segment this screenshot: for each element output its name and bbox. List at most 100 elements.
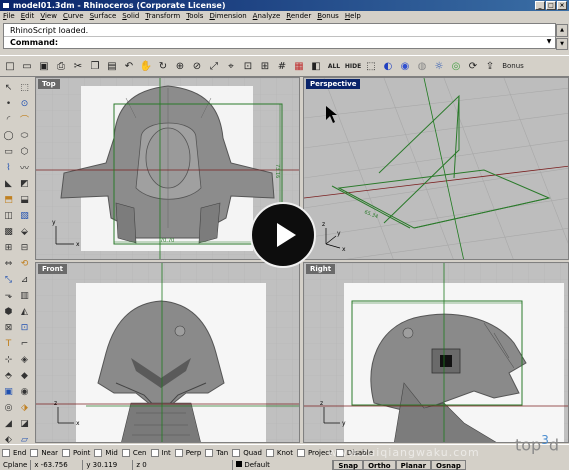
menu-file[interactable]: File	[3, 11, 15, 22]
osnap-checkbox[interactable]	[121, 448, 130, 457]
osnap-tan[interactable]: Tan	[205, 448, 228, 457]
left-tool-10[interactable]: ⬡	[17, 144, 32, 159]
osnap-point[interactable]: Point	[62, 448, 90, 457]
left-tool-23[interactable]: ⇔	[1, 256, 16, 271]
layer-icon[interactable]: ▦	[291, 58, 307, 74]
left-tool-24[interactable]: ⟲	[17, 256, 32, 271]
export-icon[interactable]: ⇪	[482, 58, 498, 74]
material-icon[interactable]: ◍	[414, 58, 430, 74]
zoom-extents-icon[interactable]: ⤢	[206, 58, 222, 74]
menu-help[interactable]: Help	[345, 11, 361, 22]
zoom-window-icon[interactable]: ⊕	[172, 58, 188, 74]
viewport-label-right[interactable]: Right	[306, 264, 336, 274]
hide-button[interactable]: HIDE	[344, 58, 362, 74]
osnap-project[interactable]: Project	[296, 448, 332, 457]
osnap-int[interactable]: Int	[150, 448, 171, 457]
left-tool-20[interactable]: ⬙	[17, 224, 32, 239]
command-prompt[interactable]: Command:	[10, 37, 58, 48]
left-tool-39[interactable]: ▣	[1, 384, 16, 399]
menu-curve[interactable]: Curve	[63, 11, 84, 22]
left-tool-33[interactable]: T	[1, 336, 16, 351]
left-tool-4[interactable]: ⊙	[17, 96, 32, 111]
osnap-cen[interactable]: Cen	[121, 448, 147, 457]
zoom-selected-icon[interactable]: ⌖	[223, 58, 239, 74]
video-play-button[interactable]	[250, 202, 316, 268]
menu-render[interactable]: Render	[286, 11, 311, 22]
left-tool-3[interactable]: •	[1, 96, 16, 111]
left-tool-25[interactable]: ⤡	[1, 272, 16, 287]
render-icon[interactable]: ◉	[397, 58, 413, 74]
viewport-right[interactable]: Right z y	[303, 262, 569, 443]
command-history-scrollbar[interactable]: ▲ ▼	[556, 24, 568, 50]
osnap-checkbox[interactable]	[205, 448, 214, 457]
maximize-button[interactable]: □	[546, 1, 556, 10]
osnap-checkbox[interactable]	[2, 448, 10, 457]
left-tool-29[interactable]: ⬢	[1, 304, 16, 319]
left-tool-13[interactable]: ◣	[1, 176, 16, 191]
osnap-end[interactable]: End	[2, 448, 26, 457]
left-tool-26[interactable]: ⊿	[17, 272, 32, 287]
left-tool-38[interactable]: ◆	[17, 368, 32, 383]
turntable-icon[interactable]: ⟳	[465, 58, 481, 74]
osnap-perp[interactable]: Perp	[174, 448, 201, 457]
scroll-down-icon[interactable]: ▼	[556, 37, 568, 50]
left-tool-36[interactable]: ◈	[17, 352, 32, 367]
left-tool-40[interactable]: ◉	[17, 384, 32, 399]
menu-tools[interactable]: Tools	[186, 11, 203, 22]
new-file-icon[interactable]: □	[2, 58, 18, 74]
osnap-checkbox[interactable]	[62, 448, 71, 457]
left-tool-11[interactable]: ⌇	[1, 160, 16, 175]
left-tool-12[interactable]: 〰	[17, 160, 32, 175]
light-icon[interactable]: ☼	[431, 58, 447, 74]
viewport-perspective[interactable]: Perspective 65.34 z x y	[303, 77, 569, 260]
menu-solid[interactable]: Solid	[122, 11, 139, 22]
left-tool-37[interactable]: ⬘	[1, 368, 16, 383]
zoom-all-icon[interactable]: ⊡	[240, 58, 256, 74]
ortho-toggle[interactable]: Ortho	[363, 460, 396, 470]
left-tool-27[interactable]: ⬎	[1, 288, 16, 303]
left-tool-8[interactable]: ⬭	[17, 128, 32, 143]
command-dropdown-icon[interactable]: ▼	[545, 38, 553, 47]
osnap-toggle[interactable]: Osnap	[431, 460, 466, 470]
left-tool-16[interactable]: ⬓	[17, 192, 32, 207]
left-tool-44[interactable]: ◪	[17, 416, 32, 431]
planar-toggle[interactable]: Planar	[395, 460, 432, 470]
osnap-checkbox[interactable]	[150, 448, 159, 457]
shade-icon[interactable]: ◐	[380, 58, 396, 74]
zoom-dynamic-icon[interactable]: ⊘	[189, 58, 205, 74]
save-icon[interactable]: ▣	[36, 58, 52, 74]
left-tool-2[interactable]: ⬚	[17, 80, 32, 95]
rotate-view-icon[interactable]: ↻	[155, 58, 171, 74]
left-tool-15[interactable]: ⬒	[1, 192, 16, 207]
grid-icon[interactable]: #	[274, 58, 290, 74]
osnap-checkbox[interactable]	[265, 448, 274, 457]
scroll-up-icon[interactable]: ▲	[556, 24, 568, 37]
osnap-checkbox[interactable]	[30, 448, 39, 457]
left-tool-7[interactable]: ◯	[1, 128, 16, 143]
all-button[interactable]: ALL	[325, 58, 343, 74]
close-button[interactable]: ×	[557, 1, 567, 10]
left-tool-17[interactable]: ◫	[1, 208, 16, 223]
menu-analyze[interactable]: Analyze	[253, 11, 281, 22]
paste-icon[interactable]: ▤	[104, 58, 120, 74]
osnap-quad[interactable]: Quad	[232, 448, 262, 457]
left-tool-1[interactable]: ↖	[1, 80, 16, 95]
status-layer[interactable]: Default	[233, 460, 334, 470]
left-tool-14[interactable]: ◩	[17, 176, 32, 191]
left-tool-32[interactable]: ⊡	[17, 320, 32, 335]
pan-hand-icon[interactable]: ✋	[138, 58, 154, 74]
menu-dimension[interactable]: Dimension	[209, 11, 246, 22]
left-tool-43[interactable]: ◢	[1, 416, 16, 431]
select-icon[interactable]: ⬚	[363, 58, 379, 74]
menu-edit[interactable]: Edit	[21, 11, 35, 22]
copy-icon[interactable]: ❐	[87, 58, 103, 74]
left-tool-22[interactable]: ⊟	[17, 240, 32, 255]
cut-icon[interactable]: ✂	[70, 58, 86, 74]
osnap-knot[interactable]: Knot	[265, 448, 293, 457]
left-tool-41[interactable]: ◎	[1, 400, 16, 415]
left-tool-5[interactable]: ◜	[1, 112, 16, 127]
left-tool-35[interactable]: ⊹	[1, 352, 16, 367]
minimize-button[interactable]: _	[535, 1, 545, 10]
left-tool-6[interactable]: ⌒	[17, 112, 32, 127]
osnap-near[interactable]: Near	[30, 448, 58, 457]
